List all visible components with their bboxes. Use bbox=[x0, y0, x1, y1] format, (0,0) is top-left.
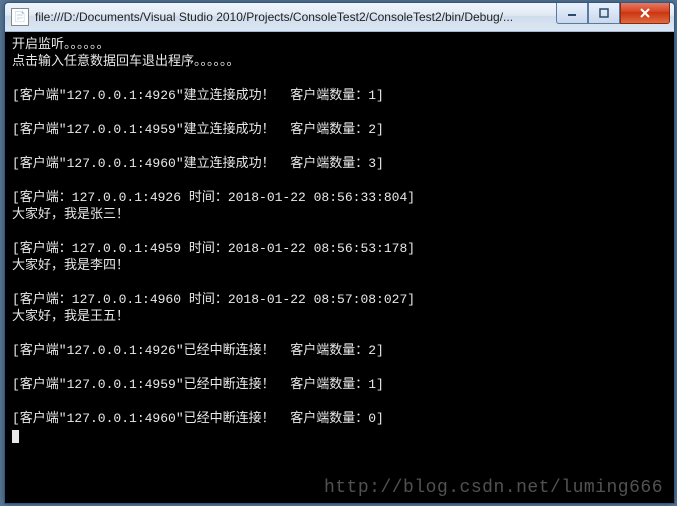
close-button[interactable] bbox=[620, 3, 670, 24]
window-buttons bbox=[556, 3, 674, 31]
window-title: file:///D:/Documents/Visual Studio 2010/… bbox=[35, 10, 556, 24]
app-icon: 📄 bbox=[11, 8, 29, 26]
minimize-button[interactable] bbox=[556, 3, 588, 24]
console-text: 开启监听。。。。。。 点击输入任意数据回车退出程序。。。。。。 [客户端"127… bbox=[12, 37, 415, 426]
text-cursor bbox=[12, 430, 19, 443]
minimize-icon bbox=[567, 8, 577, 18]
console-output[interactable]: 开启监听。。。。。。 点击输入任意数据回车退出程序。。。。。。 [客户端"127… bbox=[6, 32, 673, 502]
titlebar[interactable]: 📄 file:///D:/Documents/Visual Studio 201… bbox=[5, 3, 674, 32]
maximize-button[interactable] bbox=[588, 3, 620, 24]
app-icon-glyph: 📄 bbox=[14, 12, 26, 23]
console-window: 📄 file:///D:/Documents/Visual Studio 201… bbox=[4, 2, 675, 504]
maximize-icon bbox=[599, 8, 609, 18]
close-icon bbox=[639, 8, 651, 18]
